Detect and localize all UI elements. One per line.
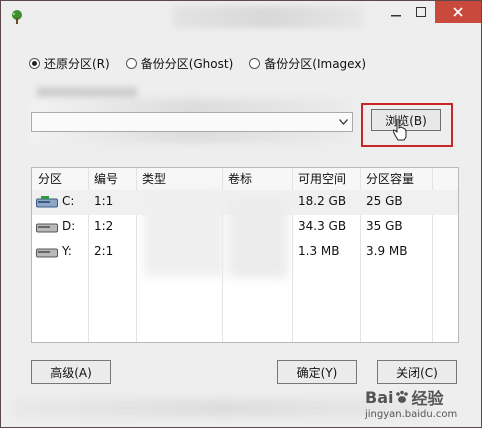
table-header: 分区 编号 类型 卷标 可用空间 分区容量 <box>32 168 458 190</box>
radio-circle[interactable] <box>249 58 261 69</box>
column-header[interactable]: 可用空间 <box>298 168 346 190</box>
cell-number: 1:1 <box>94 194 114 208</box>
cell-partition: D: <box>62 219 76 233</box>
cell-number: 2:1 <box>94 244 114 258</box>
cell-capacity: 25 GB <box>366 194 403 208</box>
cell-partition: Y: <box>62 244 72 258</box>
drive-icon <box>36 223 58 233</box>
image-path-combobox[interactable] <box>31 112 353 132</box>
radio-circle[interactable] <box>125 58 137 69</box>
radio-label: 还原分区(R) <box>44 57 110 71</box>
paw-icon <box>396 390 409 403</box>
column-header[interactable]: 分区容量 <box>366 168 414 190</box>
close-icon <box>453 7 463 17</box>
app-icon <box>12 10 22 24</box>
cell-free-space: 34.3 GB <box>298 219 347 233</box>
mouse-cursor-icon <box>393 119 407 141</box>
window-close-button[interactable] <box>435 1 481 23</box>
maximize-icon <box>416 7 426 17</box>
column-header[interactable]: 分区 <box>38 168 62 190</box>
chevron-down-icon <box>338 119 348 125</box>
column-header[interactable]: 类型 <box>142 168 166 190</box>
drive-system-icon <box>36 196 58 208</box>
column-header[interactable]: 编号 <box>94 168 118 190</box>
ok-button[interactable]: 确定(Y) <box>277 360 357 384</box>
ok-button-label: 确定(Y) <box>296 365 338 380</box>
drive-icon <box>36 248 58 258</box>
type-column-blurred <box>144 190 224 276</box>
cell-free-space: 18.2 GB <box>298 194 347 208</box>
watermark-brand: Bai 经验 <box>365 385 444 409</box>
close-button-label: 关闭(C) <box>396 365 438 380</box>
mode-radio-group: 还原分区(R) 备份分区(Ghost) 备份分区(Imagex) <box>29 55 382 72</box>
close-button[interactable]: 关闭(C) <box>377 360 457 384</box>
cell-number: 1:2 <box>94 219 114 233</box>
minimize-icon <box>391 15 401 17</box>
watermark-url: jingyan.baidu.com <box>365 409 458 420</box>
cell-capacity: 3.9 MB <box>366 244 408 258</box>
watermark-brand-right: 经验 <box>411 389 444 408</box>
title-bar <box>1 1 481 33</box>
watermark: Bai 经验 jingyan.baidu.com <box>363 385 479 425</box>
cell-free-space: 1.3 MB <box>298 244 340 258</box>
partition-table[interactable]: 分区 编号 类型 卷标 可用空间 分区容量 C: 1:1 18.2 GB 25 … <box>31 167 459 343</box>
advanced-button[interactable]: 高级(A) <box>31 360 111 384</box>
radio-backup-ghost[interactable]: 备份分区(Ghost) <box>125 55 234 72</box>
cell-partition: C: <box>62 194 75 208</box>
radio-label: 备份分区(Imagex) <box>264 57 367 71</box>
radio-label: 备份分区(Ghost) <box>140 57 234 71</box>
radio-restore[interactable]: 还原分区(R) <box>29 55 110 72</box>
column-header[interactable]: 卷标 <box>228 168 252 190</box>
radio-circle[interactable] <box>29 58 40 69</box>
ghost-restore-window: 还原分区(R) 备份分区(Ghost) 备份分区(Imagex) 浏览(B) 分… <box>0 0 482 428</box>
volume-label-blurred <box>228 198 288 278</box>
radio-backup-imagex[interactable]: 备份分区(Imagex) <box>249 55 366 72</box>
dropdown-button[interactable] <box>334 113 352 131</box>
maximize-button[interactable] <box>408 1 434 23</box>
watermark-brand-left: Bai <box>365 387 394 407</box>
advanced-button-label: 高级(A) <box>50 365 92 380</box>
image-path-label-blurred <box>37 87 137 99</box>
minimize-button[interactable] <box>383 1 409 23</box>
cell-capacity: 35 GB <box>366 219 403 233</box>
title-blurred <box>173 6 363 28</box>
